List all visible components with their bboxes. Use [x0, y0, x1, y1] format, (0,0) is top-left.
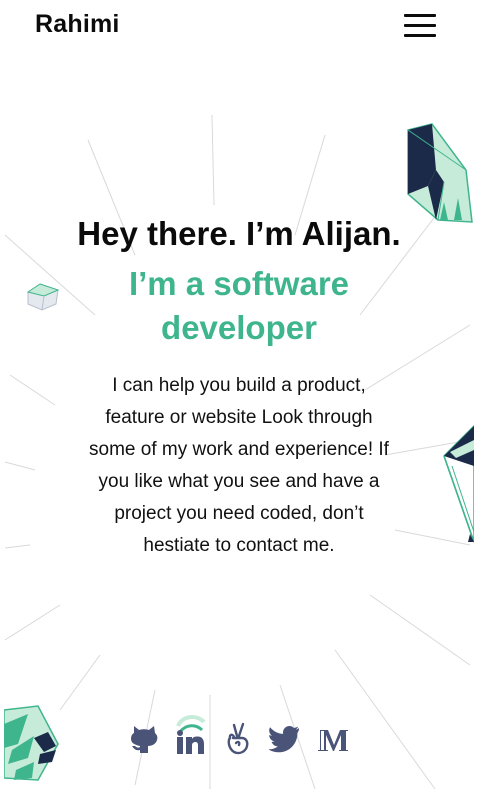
decorative-shape-right-middle	[443, 424, 474, 543]
linkedin-icon	[177, 730, 204, 754]
angellist-icon	[227, 722, 249, 755]
github-link[interactable]	[128, 720, 160, 756]
twitter-link[interactable]	[268, 720, 301, 756]
medium-link[interactable]	[318, 720, 350, 756]
hero-section: Hey there. I’m Alijan. I’m a software de…	[60, 212, 418, 562]
twitter-icon	[268, 726, 299, 753]
menu-bar-top	[404, 14, 436, 17]
site-header: Rahimi	[0, 0, 502, 56]
page: Rahimi Hey there. I’m Alijan. I’m a soft…	[0, 0, 502, 789]
linkedin-link[interactable]	[175, 720, 207, 756]
hero-title: Hey there. I’m Alijan.	[77, 215, 401, 252]
brand-logo[interactable]: Rahimi	[35, 10, 120, 39]
hero-subtitle: I’m a software developer	[128, 265, 350, 346]
hero-description: I can help you build a product, feature …	[89, 375, 389, 556]
decorative-shape-top-right	[407, 123, 473, 223]
hamburger-menu-icon[interactable]	[402, 14, 438, 40]
menu-bar-middle	[404, 24, 436, 27]
angellist-link[interactable]	[222, 720, 254, 756]
menu-bar-bottom	[404, 34, 436, 37]
decorative-shape-bottom-left	[4, 705, 59, 781]
social-links	[128, 720, 358, 760]
decorative-shape-left-small	[26, 283, 60, 311]
medium-icon	[318, 730, 348, 751]
github-icon	[131, 726, 158, 753]
